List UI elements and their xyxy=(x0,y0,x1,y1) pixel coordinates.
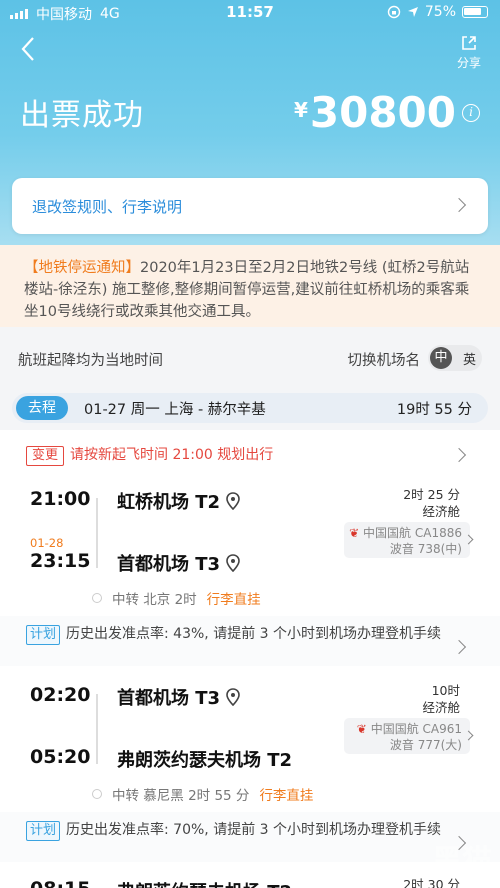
airline-flight: 中国国航 CA961 xyxy=(370,722,462,736)
arrival-airport: 弗朗茨约瑟夫机场 T2 xyxy=(117,750,293,771)
segment-info: 10时 经济舱 xyxy=(422,682,460,716)
trip-route: 01-27 周一 上海 - 赫尔辛基 xyxy=(84,402,266,418)
share-label: 分享 xyxy=(456,56,481,70)
airline-logo-icon: ❦ xyxy=(349,526,360,540)
battery-icon xyxy=(462,6,488,18)
metro-notice: 【地铁停运通知】2020年1月23日至2月2日地铁2号线 (虹桥2号航站楼站-徐… xyxy=(0,245,500,327)
cabin-class: 经济舱 xyxy=(422,700,460,715)
airport-name-switch-label: 切换机场名 xyxy=(347,353,421,369)
outbound-trip-bar: 去程 01-27 周一 上海 - 赫尔辛基 19时 55 分 xyxy=(12,393,488,423)
back-icon[interactable] xyxy=(14,34,44,64)
change-badge: 变更 xyxy=(26,446,65,466)
rules-link[interactable]: 退改签规则、行李说明 xyxy=(12,178,488,234)
battery-percent: 75% xyxy=(424,4,456,20)
status-bar: 中国移动 4G 11:57 75% xyxy=(0,0,500,26)
plan-badge: 计划 xyxy=(26,625,61,645)
baggage-through: 行李直挂 xyxy=(206,592,261,608)
share-icon xyxy=(462,36,476,50)
arrival-date: 01-28 xyxy=(30,536,64,550)
transfer-info: 中转 北京 2时 行李直挂 xyxy=(92,588,261,608)
location-pin-icon[interactable] xyxy=(226,492,240,510)
transfer-city: 中转 慕尼黑 2时 55 分 xyxy=(112,788,250,804)
transfer-city: 中转 北京 2时 xyxy=(112,592,197,608)
segment-duration: 10时 xyxy=(431,683,460,698)
itinerary-list: 变更 请按新起飞时间 21:00 规划出行 21:00 虹桥机场 T2 2时 25… xyxy=(0,430,500,888)
schedule-change-row[interactable]: 变更 请按新起飞时间 21:00 规划出行 xyxy=(26,444,273,466)
lang-en[interactable]: 英 xyxy=(463,349,476,368)
change-text: 请按新起飞时间 21:00 规划出行 xyxy=(70,447,274,463)
timezone-note: 航班起降均为当地时间 xyxy=(18,353,163,369)
punctuality-row[interactable]: 计划 历史出发准点率: 43%, 请提前 3 个小时到机场办理登机手续 xyxy=(26,623,466,645)
notice-tag: 【地铁停运通知】 xyxy=(24,260,140,276)
aircraft-type: 波音 738(中) xyxy=(389,542,462,556)
segment-duration: 2时 25 分 xyxy=(403,487,460,502)
price-info-icon[interactable]: i xyxy=(462,104,480,122)
arrival-airport: 首都机场 T3 xyxy=(117,550,240,576)
transfer-dot-icon xyxy=(92,789,102,799)
segment-info: 2时 25 分 经济舱 xyxy=(403,486,460,520)
location-pin-icon[interactable] xyxy=(226,688,240,706)
plan-text: 历史出发准点率: 43%, 请提前 3 个小时到机场办理登机手续 xyxy=(66,626,442,642)
departure-time: 02:20 xyxy=(30,684,91,706)
arrival-time: 05:20 xyxy=(30,746,91,768)
plan-badge: 计划 xyxy=(26,821,61,841)
flight-segment[interactable]: 21:00 虹桥机场 T2 2时 25 分 经济舱 ❦ 中国国航 CA1886 … xyxy=(0,484,500,610)
aircraft-type: 波音 777(大) xyxy=(389,738,462,752)
rules-link-label: 退改签规则、行李说明 xyxy=(32,198,183,216)
location-pin-icon[interactable] xyxy=(226,554,240,572)
baggage-through: 行李直挂 xyxy=(259,788,314,804)
flight-segment[interactable]: 02:20 首都机场 T3 10时 经济舱 ❦ 中国国航 CA961 波音 77… xyxy=(0,680,500,806)
total-price: ¥30800 xyxy=(293,88,456,137)
lang-zh[interactable]: 中 xyxy=(430,347,452,369)
chevron-right-icon xyxy=(451,197,467,213)
departure-time: 21:00 xyxy=(30,488,91,510)
airline-chip[interactable]: ❦ 中国国航 CA1886 波音 738(中) xyxy=(344,522,470,558)
cabin-class: 经济舱 xyxy=(422,504,460,519)
airline-logo-icon: ❦ xyxy=(356,722,367,736)
departure-airport: 弗朗茨约瑟夫机场 T2 xyxy=(117,878,292,888)
transfer-dot-icon xyxy=(92,593,102,603)
language-toggle[interactable]: 中 英 xyxy=(428,345,482,371)
airline-flight: 中国国航 CA1886 xyxy=(363,526,462,540)
plan-text: 历史出发准点率: 70%, 请提前 3 个小时到机场办理登机手续 xyxy=(66,822,442,838)
route-line xyxy=(96,694,98,764)
departure-time: 08:15 xyxy=(30,878,90,888)
departure-airport: 首都机场 T3 xyxy=(117,684,240,710)
timezone-row: 航班起降均为当地时间 切换机场名 中 英 xyxy=(0,340,500,376)
watermark-logo: 黑猫 xyxy=(432,844,492,879)
share-button[interactable]: 分享 xyxy=(452,34,486,71)
airline-chip[interactable]: ❦ 中国国航 CA961 波音 777(大) xyxy=(344,718,470,754)
departure-airport: 虹桥机场 T2 xyxy=(117,488,240,514)
trip-duration: 19时 55 分 xyxy=(396,402,472,418)
header: 中国移动 4G 11:57 75% 分享 出票成功 ¥30800 i 退改签规则… xyxy=(0,0,500,245)
arrival-time: 23:15 xyxy=(30,550,91,572)
transfer-info: 中转 慕尼黑 2时 55 分 行李直挂 xyxy=(92,784,313,804)
direction-badge: 去程 xyxy=(16,396,68,420)
location-arrow-icon xyxy=(407,7,418,17)
lock-rotation-icon xyxy=(387,5,401,19)
page-title: 出票成功 xyxy=(20,98,144,133)
route-line xyxy=(96,498,98,568)
chevron-right-icon xyxy=(451,447,467,463)
